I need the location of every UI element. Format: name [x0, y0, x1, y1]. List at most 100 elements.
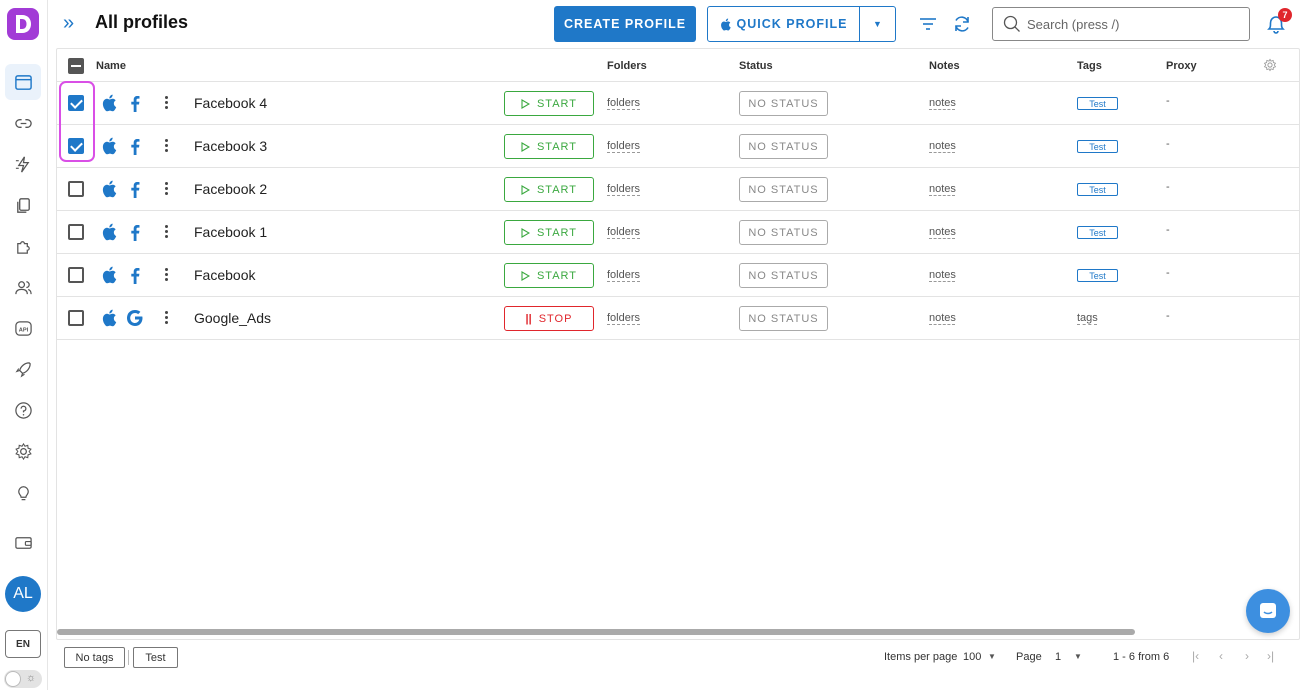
next-page-icon[interactable]: ›	[1245, 649, 1249, 663]
notes-link[interactable]: notes	[929, 183, 956, 195]
row-menu-kebab-icon[interactable]	[162, 266, 170, 284]
sidebar-item-tips[interactable]	[5, 474, 41, 510]
tag-chip[interactable]: Test	[1077, 140, 1118, 153]
profile-name[interactable]: Facebook 2	[194, 181, 267, 197]
support-chat-button[interactable]	[1246, 589, 1290, 633]
row-menu-kebab-icon[interactable]	[162, 223, 170, 241]
proxy-value[interactable]: -	[1166, 95, 1170, 107]
profile-name[interactable]: Facebook 4	[194, 95, 267, 111]
proxy-value[interactable]: -	[1166, 224, 1170, 236]
sidebar-item-api[interactable]: API	[5, 310, 41, 346]
profile-name[interactable]: Facebook	[194, 267, 255, 283]
tag-filter-no-tags[interactable]: No tags	[64, 647, 125, 668]
filter-button[interactable]	[916, 12, 940, 36]
column-header-status[interactable]: Status	[739, 60, 773, 72]
tag-chip[interactable]: Test	[1077, 183, 1118, 196]
column-header-folders[interactable]: Folders	[607, 60, 647, 72]
proxy-value[interactable]: -	[1166, 138, 1170, 150]
folders-link[interactable]: folders	[607, 226, 640, 238]
start-button[interactable]: START	[504, 91, 594, 116]
tags-link[interactable]: tags	[1077, 312, 1098, 324]
status-badge[interactable]: NO STATUS	[739, 220, 828, 245]
row-menu-kebab-icon[interactable]	[162, 180, 170, 198]
sidebar-item-automation[interactable]	[5, 146, 41, 182]
proxy-value[interactable]: -	[1166, 181, 1170, 193]
folders-link[interactable]: folders	[607, 312, 640, 324]
start-button[interactable]: START	[504, 220, 594, 245]
sidebar-item-settings[interactable]	[5, 433, 41, 469]
notes-link[interactable]: notes	[929, 312, 956, 324]
sidebar-item-launch[interactable]	[5, 351, 41, 387]
refresh-button[interactable]	[950, 12, 974, 36]
folders-link[interactable]: folders	[607, 97, 640, 109]
row-menu-kebab-icon[interactable]	[162, 137, 170, 155]
notes-link[interactable]: notes	[929, 140, 956, 152]
folders-link[interactable]: folders	[607, 269, 640, 281]
row-checkbox[interactable]	[68, 181, 84, 197]
expand-sidebar-icon[interactable]: »	[63, 12, 83, 36]
profile-name[interactable]: Facebook 3	[194, 138, 267, 154]
sidebar-item-help[interactable]	[5, 392, 41, 428]
table-row[interactable]: Facebook 3 START folders NO STATUS notes Test…	[57, 125, 1299, 168]
horizontal-scrollbar[interactable]	[57, 629, 1135, 635]
page-select[interactable]: 1	[1055, 651, 1061, 663]
prev-page-icon[interactable]: ‹	[1219, 649, 1223, 663]
quick-profile-button[interactable]: QUICK PROFILE	[708, 7, 860, 41]
column-header-notes[interactable]: Notes	[929, 60, 960, 72]
quick-profile-dropdown[interactable]: ▼	[860, 7, 895, 41]
sidebar-item-copies[interactable]	[5, 187, 41, 223]
row-menu-kebab-icon[interactable]	[162, 94, 170, 112]
app-logo[interactable]	[7, 8, 39, 40]
column-header-name[interactable]: Name	[96, 60, 126, 72]
theme-toggle[interactable]: ☼	[4, 670, 42, 688]
select-all-checkbox[interactable]	[68, 58, 84, 74]
create-profile-button[interactable]: CREATE PROFILE	[554, 6, 696, 42]
notes-link[interactable]: notes	[929, 226, 956, 238]
language-selector[interactable]: EN	[5, 630, 41, 658]
sidebar-item-extensions[interactable]	[5, 228, 41, 264]
stop-button[interactable]: || STOP	[504, 306, 594, 331]
notes-link[interactable]: notes	[929, 97, 956, 109]
sidebar-item-wallet[interactable]	[5, 524, 41, 560]
folders-link[interactable]: folders	[607, 140, 640, 152]
table-row[interactable]: Google_Ads || STOP folders NO STATUS notes tag…	[57, 297, 1299, 340]
sidebar-item-links[interactable]	[5, 105, 41, 141]
start-button[interactable]: START	[504, 134, 594, 159]
profile-name[interactable]: Google_Ads	[194, 310, 271, 326]
first-page-icon[interactable]: |‹	[1192, 649, 1199, 663]
items-per-page-caret-icon[interactable]: ▼	[988, 652, 996, 661]
table-row[interactable]: Facebook START folders NO STATUS notes Test -	[57, 254, 1299, 297]
table-row[interactable]: Facebook 1 START folders NO STATUS notes Test…	[57, 211, 1299, 254]
search-input[interactable]	[1027, 16, 1237, 32]
sidebar-item-profiles[interactable]	[5, 64, 41, 100]
row-checkbox[interactable]	[68, 224, 84, 240]
column-header-proxy[interactable]: Proxy	[1166, 60, 1197, 72]
proxy-value[interactable]: -	[1166, 267, 1170, 279]
start-button[interactable]: START	[504, 263, 594, 288]
folders-link[interactable]: folders	[607, 183, 640, 195]
status-badge[interactable]: NO STATUS	[739, 177, 828, 202]
notifications-button[interactable]: 7	[1264, 8, 1292, 36]
row-menu-kebab-icon[interactable]	[162, 309, 170, 327]
column-settings-gear-icon[interactable]	[1263, 58, 1277, 72]
status-badge[interactable]: NO STATUS	[739, 263, 828, 288]
table-row[interactable]: Facebook 2 START folders NO STATUS notes Test…	[57, 168, 1299, 211]
profile-name[interactable]: Facebook 1	[194, 224, 267, 240]
row-checkbox[interactable]	[68, 267, 84, 283]
tag-chip[interactable]: Test	[1077, 97, 1118, 110]
page-caret-icon[interactable]: ▼	[1074, 652, 1082, 661]
table-row[interactable]: Facebook 4 START folders NO STATUS notes Test…	[57, 82, 1299, 125]
tag-filter-test[interactable]: Test	[133, 647, 178, 668]
tag-chip[interactable]: Test	[1077, 226, 1118, 239]
start-button[interactable]: START	[504, 177, 594, 202]
notes-link[interactable]: notes	[929, 269, 956, 281]
last-page-icon[interactable]: ›|	[1267, 649, 1274, 663]
row-checkbox[interactable]	[68, 310, 84, 326]
user-avatar[interactable]: AL	[5, 576, 41, 612]
proxy-value[interactable]: -	[1166, 310, 1170, 322]
column-header-tags[interactable]: Tags	[1077, 60, 1102, 72]
items-per-page-select[interactable]: 100	[963, 651, 981, 663]
status-badge[interactable]: NO STATUS	[739, 306, 828, 331]
sidebar-item-team[interactable]	[5, 269, 41, 305]
status-badge[interactable]: NO STATUS	[739, 134, 828, 159]
